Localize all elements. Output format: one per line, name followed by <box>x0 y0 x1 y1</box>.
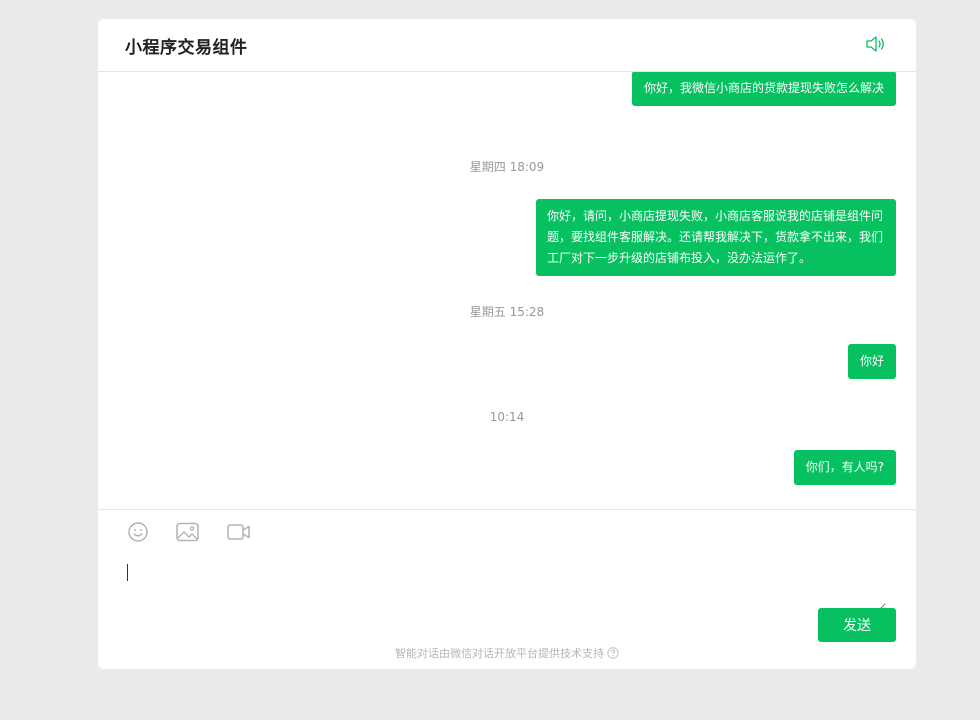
composer-divider <box>98 509 916 510</box>
chat-header: 小程序交易组件 <box>98 19 916 72</box>
message-text-line: 工厂对下一步升级的店铺布投入，没办法运作了。 <box>547 251 812 265</box>
message-bubble: 你好 <box>847 344 896 379</box>
footer-credit: 智能对话由微信对话开放平台提供技术支持 <box>98 645 916 662</box>
chat-window: 小程序交易组件 你好，我微信小商店的货款提现失败怎么解决 星期四 18:09 你… <box>98 19 916 669</box>
message-bubble: 你好，请问，小商店提现失败，小商店客服说我的店铺是组件问 题，要找组件客服解决。… <box>536 199 896 276</box>
message-text-line: 题，要找组件客服解决。还请帮我解决下，货款拿不出来，我们 <box>547 230 884 244</box>
video-icon[interactable] <box>227 523 251 545</box>
message-timestamp: 10:14 <box>489 410 525 424</box>
message-text: 你好，我微信小商店的货款提现失败怎么解决 <box>643 81 884 95</box>
message-text-line: 你好，请问，小商店提现失败，小商店客服说我的店铺是组件问 <box>547 209 884 223</box>
chat-title: 小程序交易组件 <box>125 38 248 58</box>
message-list[interactable]: 你好，我微信小商店的货款提现失败怎么解决 星期四 18:09 你好，请问，小商店… <box>98 72 916 510</box>
message-timestamp: 星期四 18:09 <box>469 160 545 174</box>
message-input[interactable] <box>126 562 886 612</box>
text-caret <box>127 564 128 581</box>
speaker-icon[interactable] <box>864 33 888 55</box>
message-text: 你们，有人吗? <box>805 460 884 474</box>
message-timestamp: 星期五 15:28 <box>469 305 545 319</box>
image-icon[interactable] <box>176 522 199 546</box>
message-text: 你好 <box>859 354 884 368</box>
message-bubble: 你好，我微信小商店的货款提现失败怎么解决 <box>631 72 896 106</box>
help-icon[interactable] <box>607 646 619 662</box>
emoji-icon[interactable] <box>127 521 149 547</box>
message-bubble: 你们，有人吗? <box>793 450 896 485</box>
send-button[interactable]: 发送 <box>818 608 896 642</box>
footer-text: 智能对话由微信对话开放平台提供技术支持 <box>395 647 604 660</box>
